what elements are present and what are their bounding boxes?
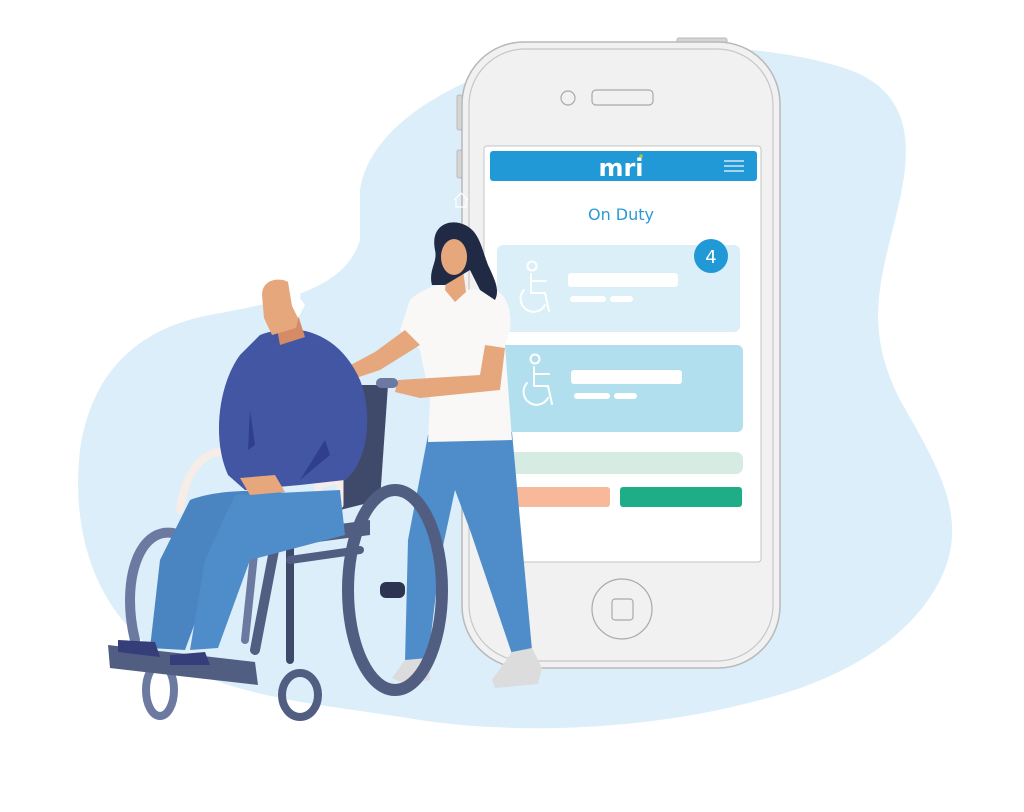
patient-card[interactable]: 4 — [497, 239, 740, 332]
badge-count: 4 — [705, 247, 716, 268]
app-logo: mri — [598, 154, 643, 182]
screen-title: On Duty — [588, 205, 654, 224]
illustration: mri On Duty 4 — [78, 37, 953, 729]
wheelchair-handle — [376, 378, 398, 388]
card-background — [500, 345, 743, 432]
patient-card[interactable] — [500, 345, 743, 432]
wheelchair-hub — [380, 582, 405, 598]
card-subtitle-placeholder — [574, 393, 610, 399]
logo-accent-dot — [639, 154, 643, 158]
status-bar — [500, 452, 743, 474]
card-subtitle-placeholder — [614, 393, 637, 399]
card-subtitle-placeholder — [610, 296, 633, 302]
card-subtitle-placeholder — [570, 296, 606, 302]
caregiver-face — [441, 239, 467, 275]
accept-button[interactable] — [620, 487, 742, 507]
card-title-placeholder — [571, 370, 682, 384]
card-title-placeholder — [568, 273, 678, 287]
